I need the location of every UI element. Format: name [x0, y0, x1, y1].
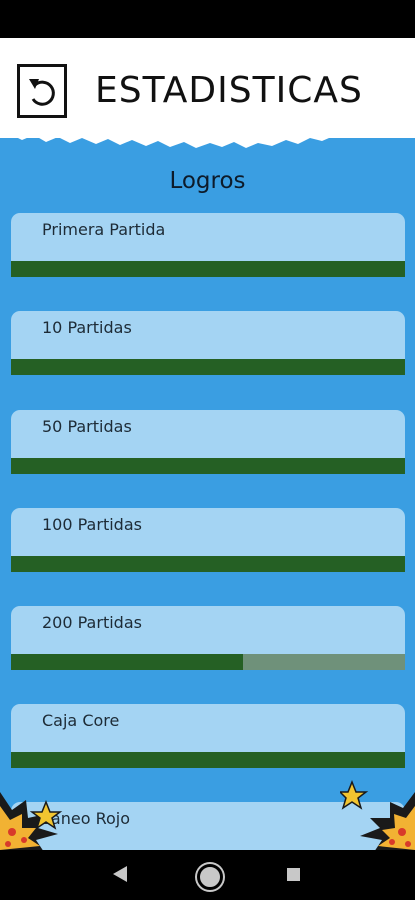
progress-fill	[11, 654, 244, 670]
page-title: ESTADISTICAS	[95, 70, 363, 111]
achievement-label: 10 Partidas	[42, 318, 132, 337]
achievement-label: 50 Partidas	[42, 417, 132, 436]
progress-bar	[11, 752, 405, 768]
progress-bar	[11, 556, 405, 572]
progress-bar	[11, 458, 405, 474]
progress-fill	[11, 752, 405, 768]
progress-bar	[11, 654, 405, 670]
achievement-label: Primera Partida	[42, 220, 166, 239]
achievement-label: 100 Partidas	[42, 515, 142, 534]
achievement-label: Caja Core	[42, 711, 120, 730]
achievement-card[interactable]: Primera Partida	[11, 213, 405, 277]
status-bar	[0, 0, 415, 38]
achievement-card[interactable]: 200 Partidas	[11, 606, 405, 670]
square-recents-icon[interactable]	[287, 868, 300, 881]
progress-bar	[11, 359, 405, 375]
torn-paper-edge	[0, 120, 415, 148]
achievements-list[interactable]: Primera Partida 10 Partidas 50 Partidas …	[0, 213, 415, 850]
progress-fill	[11, 556, 405, 572]
achievement-card[interactable]: 50 Partidas	[11, 410, 405, 474]
progress-fill	[11, 261, 405, 277]
comic-burst-decoration-right	[340, 779, 415, 852]
progress-fill	[11, 458, 405, 474]
back-button[interactable]	[17, 64, 67, 118]
circle-home-icon[interactable]	[197, 864, 223, 890]
comic-burst-decoration-left	[0, 792, 63, 852]
achievement-card[interactable]: 10 Partidas	[11, 311, 405, 375]
achievement-card[interactable]: 100 Partidas	[11, 508, 405, 572]
achievement-card[interactable]: Caja Core	[11, 704, 405, 768]
triangle-back-icon[interactable]	[113, 866, 127, 882]
achievement-label: 200 Partidas	[42, 613, 142, 632]
progress-bar	[11, 261, 405, 277]
undo-arrow-icon	[29, 79, 55, 106]
section-title: Logros	[169, 168, 246, 194]
progress-fill	[11, 359, 405, 375]
